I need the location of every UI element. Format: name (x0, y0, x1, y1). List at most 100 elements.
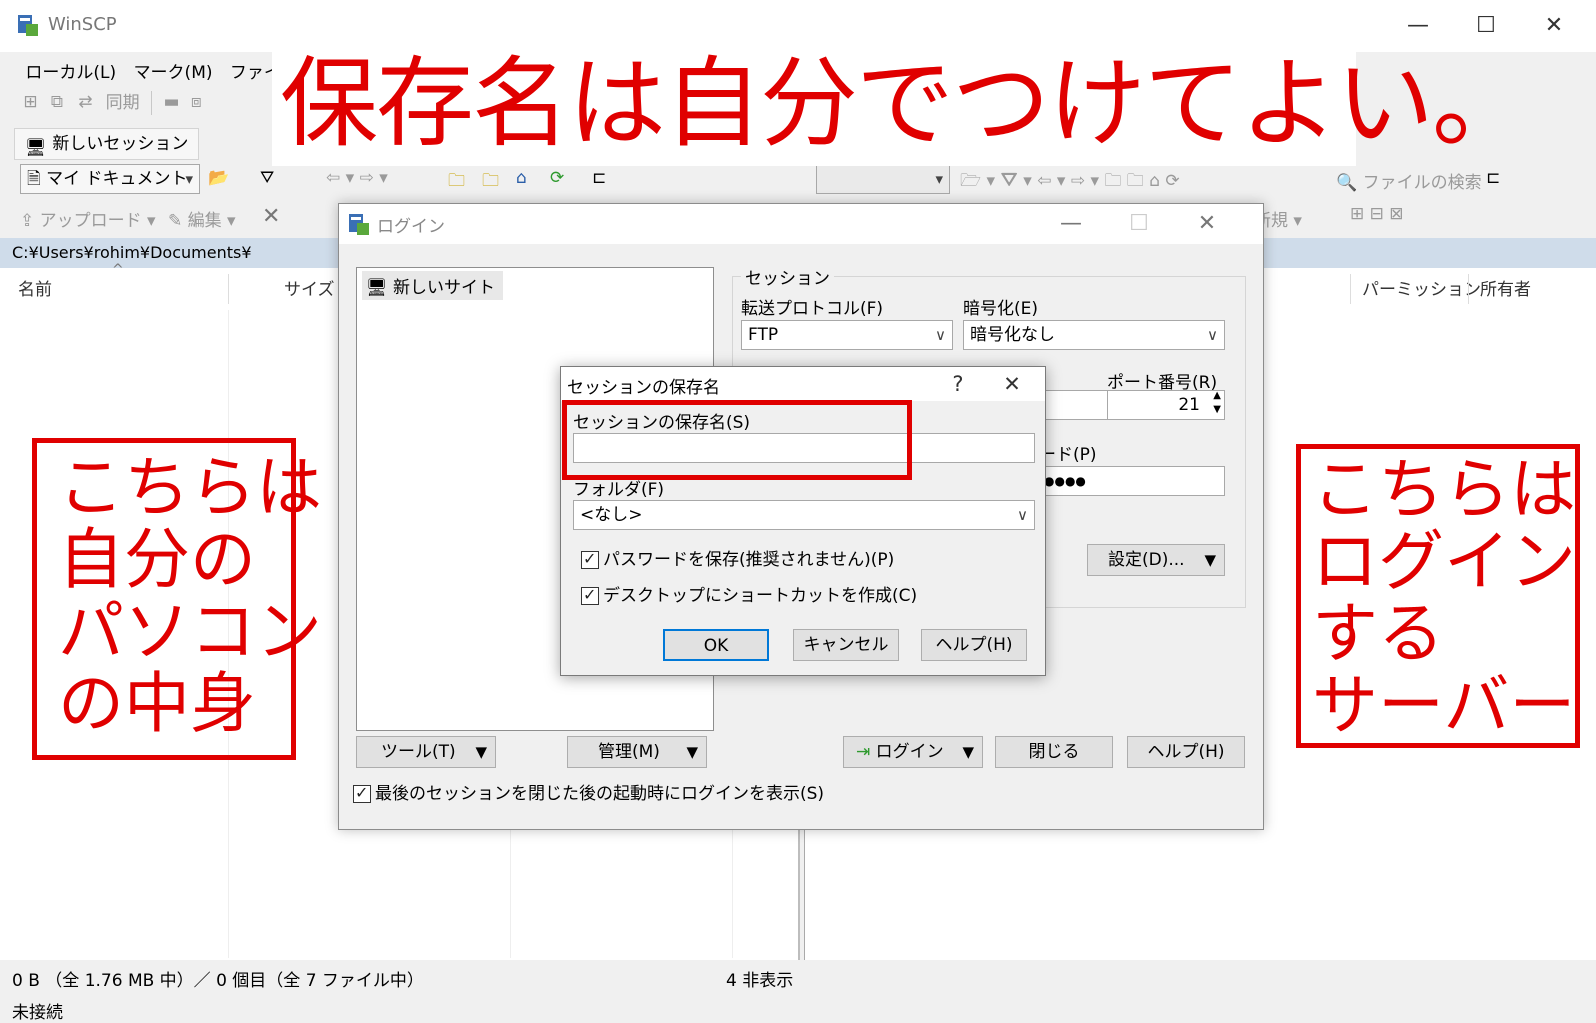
sync-label[interactable]: 同期 (106, 93, 140, 113)
chevron-down-icon: ∨ (1017, 506, 1028, 524)
edit-label: 編集 (187, 211, 222, 231)
root-folder-icon[interactable]: 🗀 (482, 168, 504, 191)
help-button[interactable]: ヘルプ(H) (921, 629, 1027, 661)
maximize-button: ☐ (1129, 211, 1149, 236)
column-owner[interactable]: 所有者 (1480, 272, 1531, 308)
annotation-left: こちらは 自分の パソコン の中身 (58, 452, 322, 740)
hidden-count: 4 非表示 (726, 971, 794, 991)
refresh-icon[interactable]: ⟳ (550, 168, 572, 190)
find-files-label: ファイルの検索 (1362, 173, 1482, 193)
menu-mark[interactable]: マーク(M) (128, 52, 219, 89)
save-password-checkbox[interactable]: パスワードを保存(推奨されません)(P) (581, 545, 894, 570)
close-login-button[interactable]: 閉じる (995, 736, 1113, 768)
annotation-line: パソコン (58, 593, 322, 670)
select-icons[interactable]: ⊞ ⊟ ⊠ (1350, 204, 1404, 224)
annotation-line: こちらは (58, 449, 322, 526)
manage-button[interactable]: 管理(M) ▼ (567, 736, 707, 768)
highlight-box (562, 400, 912, 480)
close-icon[interactable]: ✕ (995, 369, 1029, 399)
connection-status: 未接続 (12, 1003, 63, 1023)
toolbar-navigation: 🗎 マイ ドキュメント ▾ 📂 ⛛ ⇦ ▾ ⇨ ▾ 🗀 🗀 ⌂ ⟳ ⊏ ▾ 🗁 … (0, 162, 1596, 198)
close-button[interactable]: ✕ (1187, 210, 1227, 238)
password-input[interactable]: ●●●● (1037, 466, 1225, 496)
delete-icon[interactable]: ✕ (262, 204, 280, 229)
protocol-select[interactable]: FTP ∨ (741, 320, 953, 350)
settings-button[interactable]: 設定(D)... ▼ (1087, 544, 1225, 576)
column-permissions[interactable]: パーミッション (1362, 272, 1481, 308)
column-separator (1350, 274, 1351, 304)
close-button[interactable]: ✕ (1534, 10, 1574, 42)
home-icon[interactable]: ⌂ (516, 168, 538, 190)
save-password-label: パスワードを保存(推奨されません)(P) (603, 550, 895, 570)
annotation-right: こちらは ログイン する サーバー (1312, 454, 1576, 742)
annotation-line: の中身 (58, 665, 256, 742)
help-button[interactable]: ヘルプ(H) (1127, 736, 1245, 768)
dropdown-arrow-icon: ▼ (475, 743, 487, 761)
upload-button[interactable]: ⇪ アップロード ▾ (20, 206, 156, 231)
column-size[interactable]: サイズ (284, 272, 335, 308)
login-icon: ⇥ (856, 742, 876, 762)
synchronize-browse-icon[interactable]: ⧉ (51, 92, 73, 114)
toolbar-separator (151, 91, 153, 115)
upload-label: アップロード (39, 211, 142, 231)
remote-path-combo[interactable]: ▾ (816, 164, 950, 194)
open-folder-icon[interactable]: 📂 (208, 168, 230, 190)
parent-folder-icon[interactable]: 🗀 (448, 168, 470, 191)
desktop-shortcut-checkbox[interactable]: デスクトップにショートカットを作成(C) (581, 581, 917, 606)
site-item-new[interactable]: 🖥 新しいサイト (362, 271, 503, 300)
winscp-logo-icon (18, 15, 38, 36)
settings-label: 設定(D)... (1108, 550, 1185, 570)
show-login-label: 最後のセッションを閉じた後の起動時にログインを表示(S) (375, 784, 825, 804)
login-label: ログイン (875, 742, 944, 762)
checkbox-checked[interactable] (353, 783, 371, 803)
minimize-button[interactable]: — (1398, 10, 1438, 42)
encryption-label: 暗号化(E) (963, 299, 1039, 319)
compare-icon[interactable]: ⊞ (23, 92, 45, 114)
folder-select[interactable]: <なし> ∨ (573, 500, 1035, 530)
checkbox-checked[interactable] (581, 585, 599, 605)
status-bar: 0 B （全 1.76 MB 中）／ 0 個目（全 7 ファイル中） 4 非表示 (0, 962, 1596, 992)
tools-button[interactable]: ツール(T) ▼ (356, 736, 496, 768)
checkbox-checked[interactable] (581, 549, 599, 569)
cancel-button[interactable]: キャンセル (793, 629, 899, 661)
dropdown-arrow-icon: ▼ (1204, 551, 1216, 569)
edit-button[interactable]: ✎ 編集 ▾ (168, 206, 236, 231)
back-icon[interactable]: ⇦ ▾ ⇨ ▾ (326, 168, 388, 188)
port-input[interactable]: 21 ▲ ▼ (1107, 390, 1225, 420)
dropdown-arrow-icon: ▼ (962, 743, 974, 761)
console-icon[interactable]: ▬ (163, 92, 185, 114)
ok-button[interactable]: OK (663, 629, 769, 661)
save-dialog-title: セッションの保存名 (567, 378, 720, 398)
document-icon: 🗎 (27, 169, 47, 189)
find-files-button[interactable]: 🔍 ファイルの検索 (1336, 168, 1482, 193)
spinner-icon[interactable]: ▲ ▼ (1213, 389, 1221, 417)
chevron-down-icon: ∨ (935, 326, 946, 344)
column-name[interactable]: 名前 (18, 272, 52, 308)
tab-new-session[interactable]: 🖥 新しいセッション (14, 128, 200, 160)
manage-label: 管理(M) (598, 742, 660, 762)
maximize-button[interactable]: ☐ (1466, 10, 1506, 42)
tools-label: ツール(T) (381, 742, 456, 762)
local-path-combo[interactable]: 🗎 マイ ドキュメント ▾ (20, 164, 200, 194)
menu-local[interactable]: ローカル(L) (19, 52, 122, 89)
tree-icon[interactable]: ⊏ (592, 168, 614, 190)
protocol-label: 転送プロトコル(F) (741, 299, 884, 319)
encryption-select[interactable]: 暗号化なし ∨ (963, 320, 1225, 350)
login-button[interactable]: ⇥ ログイン ▼ (843, 736, 983, 768)
sort-ascending-icon: ^ (112, 262, 124, 278)
login-title: ログイン (377, 217, 445, 237)
column-separator (228, 274, 229, 304)
protocol-value: FTP (748, 325, 779, 345)
tree-icon[interactable]: ⊏ (1486, 168, 1508, 190)
minimize-button[interactable]: — (1051, 210, 1091, 238)
annotation-line: ログイン (1312, 523, 1576, 600)
putty-icon[interactable]: ⧈ (191, 92, 213, 114)
help-icon[interactable]: ? (941, 369, 975, 399)
sync-icon[interactable]: ⇄ (78, 92, 100, 114)
chevron-down-icon: ▾ (185, 170, 193, 188)
filter-icon[interactable]: ⛛ (260, 168, 282, 190)
local-path: C:¥Users¥rohim¥Documents¥ (12, 243, 252, 262)
show-login-checkbox[interactable]: 最後のセッションを閉じた後の起動時にログインを表示(S) (353, 779, 824, 804)
monitor-icon: 🖥 (366, 278, 393, 298)
tab-label: 新しいセッション (52, 134, 189, 154)
